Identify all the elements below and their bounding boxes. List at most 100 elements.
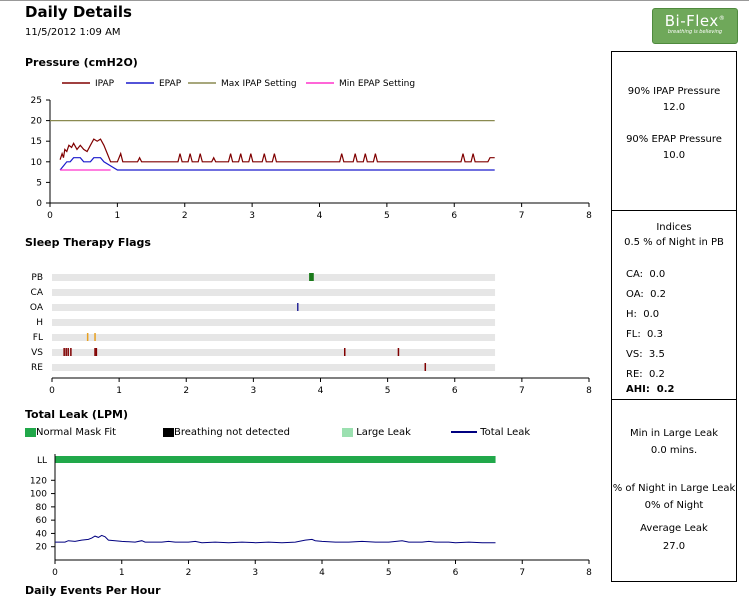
flag-label-h: H: [36, 318, 43, 328]
flag-event-fl: [86, 333, 89, 341]
x-tick-label: 2: [183, 386, 189, 396]
flag-label-fl: FL: [33, 333, 43, 343]
logo-brand: Bi-Flex®: [664, 12, 726, 30]
flag-event-vs: [70, 348, 72, 356]
x-tick-label: 4: [319, 568, 325, 578]
legend-label-2: Max IPAP Setting: [221, 79, 297, 89]
x-tick-label: 6: [453, 568, 459, 578]
flag-track-ca: [52, 289, 496, 296]
indices-panel: Indices 0.5 % of Night in PB CA: 0.0 OA: …: [611, 210, 737, 400]
x-tick-label: 8: [586, 386, 592, 396]
y-tick-label: 15: [31, 137, 42, 147]
legend-normal-mask-fit: Normal Mask Fit: [25, 427, 116, 438]
y-tick-label: 20: [31, 117, 43, 127]
flag-event-vs: [95, 348, 98, 356]
leak-section-title: Total Leak (LPM): [25, 408, 128, 421]
x-tick-label: 1: [115, 211, 121, 221]
x-tick-label: 5: [385, 386, 391, 396]
flags-section-title: Sleep Therapy Flags: [25, 236, 151, 249]
large-leak-row-label: LL: [37, 456, 47, 466]
x-tick-label: 3: [249, 211, 255, 221]
y-tick-label: 10: [31, 158, 43, 168]
y-tick-label: 120: [30, 476, 47, 486]
flag-label-oa: OA: [30, 303, 44, 313]
pressure-section-title: Pressure (cmH2O): [25, 56, 138, 69]
flag-event-oa: [297, 303, 299, 311]
y-tick-label: 25: [31, 96, 42, 106]
x-tick-label: 7: [519, 568, 525, 578]
x-tick-label: 1: [116, 386, 122, 396]
y-tick-label: 5: [36, 178, 42, 188]
events-section-title: Daily Events Per Hour: [25, 584, 161, 597]
leak-chart: LL 20 40 60 80 100 120 0 1 2 3 4 5 6 7 8: [30, 454, 592, 578]
x-tick-label: 4: [317, 211, 323, 221]
pct-large-leak-value: 0% of Night: [644, 500, 704, 511]
x-tick-label: 0: [49, 386, 55, 396]
flag-track-re: [52, 364, 496, 371]
legend-breathing-not-detected: Breathing not detected: [163, 427, 290, 438]
flag-label-vs: VS: [31, 348, 43, 358]
flag-label-ca: CA: [31, 288, 44, 298]
flag-event-vs: [67, 348, 69, 356]
index-row-ca: CA: 0.0: [626, 269, 666, 280]
series-total-leak: [55, 534, 496, 544]
x-tick-label: 0: [47, 211, 53, 221]
index-row-fl: FL: 0.3: [626, 329, 663, 340]
y-tick-label: 100: [30, 490, 47, 500]
average-leak-label: Average Leak: [640, 523, 708, 534]
page-title: Daily Details: [25, 3, 132, 21]
legend-label-1: EPAP: [159, 79, 182, 89]
legend-large-leak: Large Leak: [342, 427, 411, 438]
y-tick-label: 0: [36, 199, 42, 209]
x-tick-label: 6: [451, 211, 457, 221]
top-divider: [0, 0, 749, 1]
pb-percent: 0.5 % of Night in PB: [624, 237, 724, 248]
index-row-vs: VS: 3.5: [626, 349, 665, 360]
series-ipap: [59, 138, 495, 163]
x-tick-label: 1: [119, 568, 125, 578]
y-tick-label: 20: [36, 543, 48, 553]
min-large-leak-label: Min in Large Leak: [630, 428, 718, 439]
x-tick-label: 6: [452, 386, 458, 396]
series-epap: [59, 157, 495, 171]
flag-track-fl: [52, 334, 496, 341]
index-row-re: RE: 0.2: [626, 369, 665, 380]
epap-90-label: 90% EPAP Pressure: [626, 134, 722, 145]
ahi-value: 0.2: [656, 384, 675, 395]
legend-label-0: IPAP: [95, 79, 115, 89]
x-tick-label: 3: [252, 568, 258, 578]
flag-event-fl: [94, 333, 96, 341]
legend-total-leak: Total Leak: [451, 427, 530, 438]
x-tick-label: 5: [384, 211, 390, 221]
indices-title: Indices: [656, 222, 692, 233]
flag-event-vs: [343, 348, 346, 356]
ahi-row: AHI: 0.2: [626, 384, 675, 395]
flag-event-vs: [65, 348, 67, 356]
flag-event-re: [424, 363, 427, 371]
flag-track-vs: [52, 349, 496, 356]
flag-track-h: [52, 319, 496, 326]
flag-event-vs: [397, 348, 400, 356]
flag-event-vs: [63, 348, 65, 356]
x-tick-label: 0: [52, 568, 58, 578]
y-tick-label: 60: [36, 516, 48, 526]
ipap-90-value: 12.0: [662, 102, 686, 113]
leak-summary-panel: Min in Large Leak 0.0 mins. % of Night i…: [611, 399, 737, 582]
flags-chart: PB CA OA H FL VS RE 0 1 2 3 4 5 6 7 8: [30, 273, 592, 396]
flag-event-pb: [309, 273, 314, 281]
x-tick-label: 4: [318, 386, 324, 396]
x-tick-label: 7: [519, 386, 525, 396]
bi-flex-logo: Bi-Flex® breathing is believing: [652, 8, 738, 44]
pressure-summary-panel: 90% IPAP Pressure 12.0 90% EPAP Pressure…: [611, 51, 737, 211]
average-leak-value: 27.0: [662, 541, 686, 552]
epap-90-value: 10.0: [662, 150, 686, 161]
x-tick-label: 5: [386, 568, 392, 578]
leak-legend: Normal Mask Fit Breathing not detected L…: [0, 425, 605, 441]
ipap-90-label: 90% IPAP Pressure: [627, 86, 721, 97]
min-large-leak-value: 0.0 mins.: [650, 445, 698, 456]
x-tick-label: 2: [186, 568, 192, 578]
flag-label-re: RE: [31, 363, 43, 373]
flag-event-vs: [94, 348, 96, 356]
x-tick-label: 2: [182, 211, 188, 221]
x-tick-label: 7: [519, 211, 525, 221]
